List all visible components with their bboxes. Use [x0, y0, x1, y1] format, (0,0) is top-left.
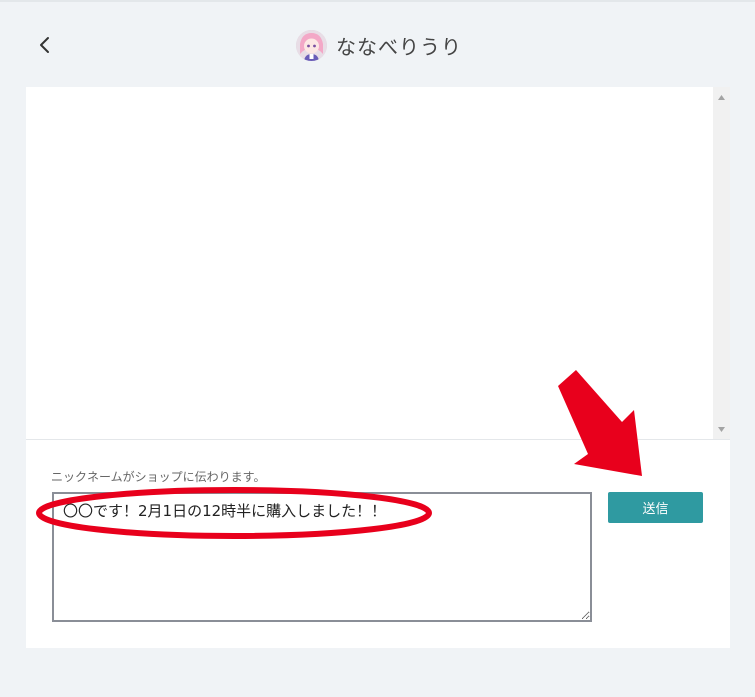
page: ななべりうり ニックネームがショップに伝わります。 〇〇です！2月1日の12時半…	[0, 0, 755, 697]
scroll-up-arrow-icon	[718, 94, 725, 100]
scrollbar[interactable]	[713, 87, 730, 439]
scroll-up-button[interactable]	[713, 89, 730, 105]
scroll-down-arrow-icon	[718, 426, 725, 432]
avatar[interactable]	[296, 29, 327, 61]
top-border	[0, 0, 755, 2]
message-input[interactable]: 〇〇です！2月1日の12時半に購入しました！！	[52, 492, 592, 622]
nickname-hint: ニックネームがショップに伝わります。	[51, 470, 266, 484]
scroll-down-button[interactable]	[713, 421, 730, 437]
chevron-left-icon	[40, 37, 49, 53]
message-history[interactable]	[26, 87, 730, 439]
chat-header: ななべりうり	[296, 29, 462, 61]
divider	[26, 439, 730, 440]
back-button[interactable]	[34, 32, 56, 58]
chat-card: ニックネームがショップに伝わります。 〇〇です！2月1日の12時半に購入しました…	[26, 87, 730, 648]
send-button[interactable]: 送信	[608, 492, 703, 523]
shop-name: ななべりうり	[336, 34, 462, 59]
